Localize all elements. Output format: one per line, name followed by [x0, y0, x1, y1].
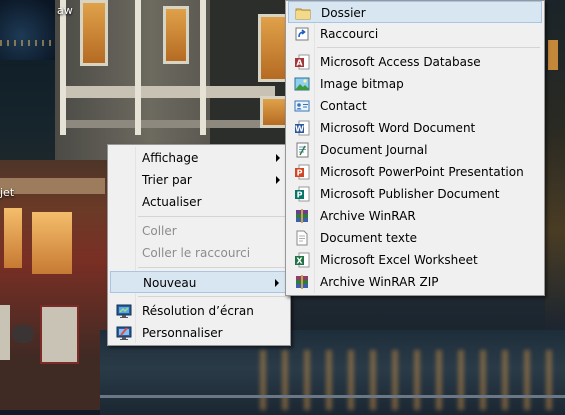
submenu-item-winrar-zip-archive[interactable]: Archive WinRAR ZIP — [288, 271, 542, 293]
menu-item-label: Microsoft Publisher Document — [320, 187, 500, 201]
wallpaper-rail — [100, 395, 565, 398]
svg-text:P: P — [297, 191, 303, 200]
powerpoint-icon: P — [294, 164, 310, 180]
submenu-arrow-icon — [276, 154, 280, 162]
menu-item-label: Archive WinRAR ZIP — [320, 275, 439, 289]
wallpaper-lit-window — [548, 40, 558, 70]
access-icon: A — [294, 54, 310, 70]
desktop-icon-label[interactable]: aw — [57, 4, 73, 17]
menu-item-new[interactable]: Nouveau — [110, 271, 288, 293]
winrar-icon — [294, 208, 310, 224]
wallpaper-lit-window — [258, 14, 288, 82]
menu-item-paste-shortcut: Coller le raccourci — [110, 242, 288, 264]
menu-item-label: Coller le raccourci — [142, 246, 251, 260]
submenu-item-bitmap[interactable]: Image bitmap — [288, 73, 542, 95]
menu-separator — [138, 296, 286, 297]
menu-item-label: Contact — [320, 99, 367, 113]
menu-item-label: Nouveau — [143, 276, 197, 290]
desktop-icon-label[interactable]: jet — [0, 186, 14, 199]
wallpaper-city-lights — [0, 40, 60, 46]
wallpaper-balcony — [60, 86, 275, 98]
submenu-item-word-document[interactable]: W Microsoft Word Document — [288, 117, 542, 139]
menu-item-label: Résolution d’écran — [142, 304, 254, 318]
wallpaper-cable-car-roof — [0, 178, 105, 194]
menu-item-label: Document Journal — [320, 143, 428, 157]
wallpaper-lit-window — [80, 0, 108, 66]
menu-item-screen-resolution[interactable]: Résolution d’écran — [110, 300, 288, 322]
display-settings-icon — [116, 303, 132, 319]
publisher-icon: P — [294, 186, 310, 202]
new-submenu: Dossier Raccourci A Microsoft Access Dat… — [285, 0, 545, 296]
svg-text:P: P — [297, 169, 303, 178]
submenu-item-powerpoint-presentation[interactable]: P Microsoft PowerPoint Presentation — [288, 161, 542, 183]
menu-item-label: Image bitmap — [320, 77, 404, 91]
menu-item-label: Affichage — [142, 151, 199, 165]
wallpaper-pillar — [60, 0, 66, 135]
menu-separator — [138, 216, 286, 217]
excel-icon: X — [294, 252, 310, 268]
menu-item-personalize[interactable]: Personnaliser — [110, 322, 288, 344]
wallpaper-cable-car-window — [4, 208, 22, 268]
menu-item-sort-by[interactable]: Trier par — [110, 169, 288, 191]
svg-text:A: A — [296, 59, 303, 68]
menu-item-label: Microsoft Word Document — [320, 121, 476, 135]
submenu-item-text-document[interactable]: Document texte — [288, 227, 542, 249]
wallpaper-cable-car-sign — [12, 325, 34, 343]
menu-item-view[interactable]: Affichage — [110, 147, 288, 169]
desktop-context-menu: Affichage Trier par Actualiser Coller Co… — [107, 144, 291, 346]
menu-item-label: Microsoft PowerPoint Presentation — [320, 165, 524, 179]
menu-separator — [138, 267, 286, 268]
submenu-item-shortcut[interactable]: Raccourci — [288, 23, 542, 45]
menu-item-label: Raccourci — [320, 27, 379, 41]
menu-item-label: Coller — [142, 224, 177, 238]
wallpaper-cable-car-panel — [0, 305, 10, 360]
submenu-item-folder[interactable]: Dossier — [288, 1, 542, 23]
menu-item-paste: Coller — [110, 220, 288, 242]
personalize-icon — [116, 325, 132, 341]
menu-item-label: Trier par — [142, 173, 192, 187]
menu-item-label: Microsoft Excel Worksheet — [320, 253, 478, 267]
wallpaper-cable-car-panel — [40, 305, 79, 364]
svg-text:X: X — [296, 257, 303, 266]
submenu-item-excel-worksheet[interactable]: X Microsoft Excel Worksheet — [288, 249, 542, 271]
menu-item-label: Document texte — [320, 231, 418, 245]
text-document-icon — [294, 230, 310, 246]
submenu-arrow-icon — [276, 176, 280, 184]
wallpaper-pillar — [200, 0, 206, 135]
journal-icon — [294, 142, 310, 158]
submenu-item-winrar-archive[interactable]: Archive WinRAR — [288, 205, 542, 227]
submenu-item-publisher-document[interactable]: P Microsoft Publisher Document — [288, 183, 542, 205]
menu-item-label: Actualiser — [142, 195, 202, 209]
menu-item-label: Personnaliser — [142, 326, 223, 340]
shortcut-icon — [294, 26, 310, 42]
folder-icon — [295, 5, 311, 21]
wallpaper-lit-window — [260, 96, 288, 128]
submenu-item-contact[interactable]: Contact — [288, 95, 542, 117]
menu-item-refresh[interactable]: Actualiser — [110, 191, 288, 213]
wallpaper-cable-car — [0, 160, 110, 410]
winrar-zip-icon — [294, 274, 310, 290]
submenu-item-access-database[interactable]: A Microsoft Access Database — [288, 51, 542, 73]
contact-card-icon — [294, 98, 310, 114]
bitmap-icon — [294, 76, 310, 92]
wallpaper-balcony-lower — [60, 120, 260, 128]
wallpaper-lit-window — [163, 6, 189, 64]
menu-separator — [317, 47, 540, 48]
wallpaper-cable-car-window — [32, 212, 72, 274]
submenu-arrow-icon — [275, 279, 279, 287]
wallpaper-street-reflections — [260, 350, 560, 410]
menu-item-label: Microsoft Access Database — [320, 55, 481, 69]
word-icon: W — [294, 120, 310, 136]
menu-item-label: Archive WinRAR — [320, 209, 416, 223]
svg-text:W: W — [295, 125, 304, 134]
submenu-item-journal-document[interactable]: Document Journal — [288, 139, 542, 161]
menu-item-label: Dossier — [321, 6, 366, 20]
wallpaper-pillar — [135, 0, 141, 135]
